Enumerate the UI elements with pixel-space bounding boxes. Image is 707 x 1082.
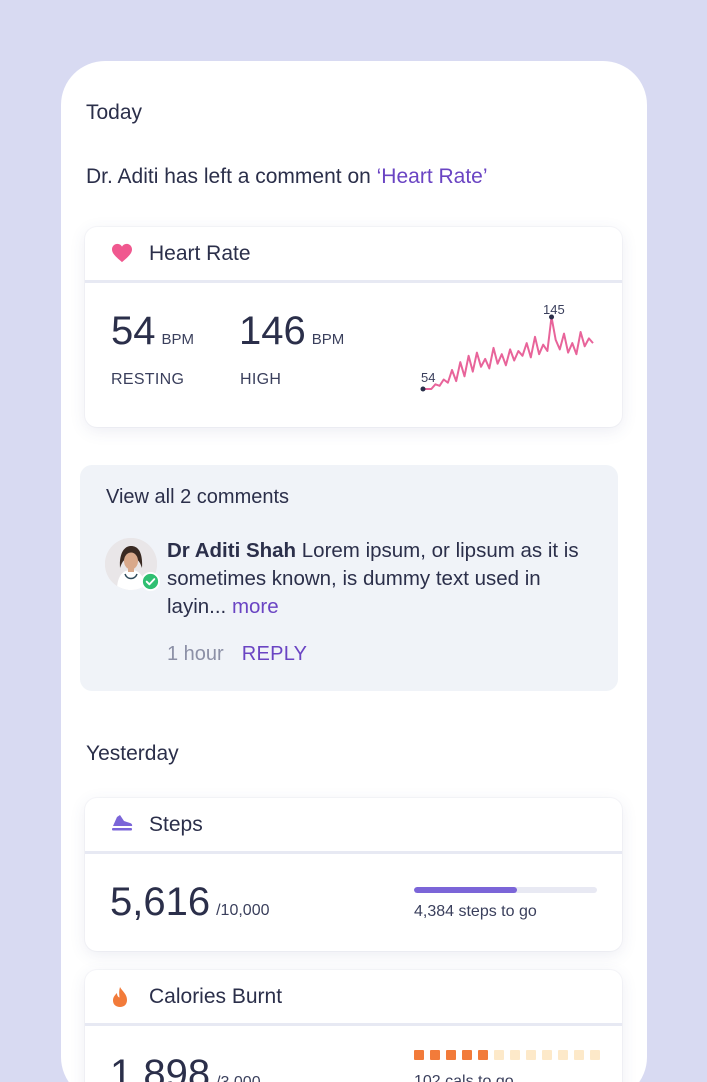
notice-text: Dr. Aditi has left a comment on bbox=[86, 165, 377, 188]
calories-segment bbox=[414, 1050, 424, 1060]
calories-title: Calories Burnt bbox=[149, 984, 283, 1008]
comment-author[interactable]: Dr Aditi Shah bbox=[167, 539, 296, 562]
sparkline-max-dot bbox=[549, 314, 555, 320]
reply-button[interactable]: REPLY bbox=[242, 643, 308, 665]
steps-goal: /10,000 bbox=[216, 902, 270, 919]
high-label: HIGH bbox=[240, 371, 282, 388]
resting-metric: 54 BPM bbox=[111, 309, 194, 354]
section-title-today: Today bbox=[86, 101, 143, 124]
high-unit: BPM bbox=[311, 331, 345, 348]
resting-value: 54 bbox=[111, 309, 156, 353]
steps-header: Steps bbox=[85, 798, 622, 854]
calories-goal: /3,000 bbox=[216, 1074, 260, 1082]
steps-value: 5,616 bbox=[110, 880, 211, 924]
resting-label-wrap: RESTING bbox=[111, 371, 184, 389]
calories-segments bbox=[414, 1050, 600, 1060]
calories-header: Calories Burnt bbox=[85, 970, 622, 1026]
sparkline-line bbox=[423, 316, 594, 390]
avatar[interactable] bbox=[105, 538, 160, 591]
calories-segment bbox=[494, 1050, 504, 1060]
flame-icon bbox=[111, 986, 133, 1008]
heart-rate-title: Heart Rate bbox=[149, 241, 251, 265]
calories-segment bbox=[430, 1050, 440, 1060]
verified-check-icon bbox=[141, 572, 160, 591]
calories-segment bbox=[526, 1050, 536, 1060]
high-label-wrap: HIGH bbox=[240, 371, 281, 389]
resting-label: RESTING bbox=[111, 371, 185, 388]
calories-segment bbox=[510, 1050, 520, 1060]
calories-segment bbox=[590, 1050, 600, 1060]
sparkline-max-label: 145 bbox=[543, 305, 565, 317]
comment-time: 1 hour bbox=[167, 643, 224, 665]
view-all-comments-link[interactable]: View all 2 comments bbox=[106, 486, 289, 509]
calories-segment bbox=[558, 1050, 568, 1060]
calories-segment bbox=[446, 1050, 456, 1060]
sparkline-min-label: 54 bbox=[421, 370, 435, 385]
calories-metric: 1,898/3,000 bbox=[110, 1052, 261, 1082]
calories-segment bbox=[478, 1050, 488, 1060]
calories-segment bbox=[462, 1050, 472, 1060]
steps-card[interactable]: Steps 5,616/10,000 4,384 steps to go bbox=[85, 798, 622, 951]
more-link[interactable]: more bbox=[232, 595, 279, 618]
steps-remaining: 4,384 steps to go bbox=[414, 903, 537, 920]
phone-screen: Today Dr. Aditi has left a comment on ‘H… bbox=[61, 61, 647, 1082]
steps-progress-fill bbox=[414, 887, 517, 893]
notice-link[interactable]: ‘Heart Rate’ bbox=[377, 165, 488, 188]
steps-title: Steps bbox=[149, 812, 203, 836]
steps-progress-bar bbox=[414, 887, 597, 893]
heart-rate-card[interactable]: Heart Rate 54 BPM RESTING 146 BPM HIGH 54 … bbox=[85, 227, 622, 427]
comment-meta: 1 hour REPLY bbox=[167, 643, 307, 666]
resting-unit: BPM bbox=[161, 331, 195, 348]
section-title-yesterday: Yesterday bbox=[86, 742, 179, 765]
heart-rate-sparkline: 54 145 bbox=[420, 305, 594, 392]
shoe-icon bbox=[111, 814, 133, 836]
steps-metric: 5,616/10,000 bbox=[110, 880, 270, 925]
calories-segment bbox=[574, 1050, 584, 1060]
heart-icon bbox=[111, 243, 133, 265]
calories-remaining: 102 cals to go bbox=[414, 1073, 514, 1082]
comments-panel: View all 2 comments Dr Aditi Shah Lorem … bbox=[80, 465, 618, 691]
calories-value: 1,898 bbox=[110, 1052, 211, 1082]
high-value: 146 bbox=[239, 309, 306, 353]
comment-notice[interactable]: Dr. Aditi has left a comment on ‘Heart R… bbox=[86, 165, 488, 189]
heart-rate-header: Heart Rate bbox=[85, 227, 622, 283]
sparkline-min-dot bbox=[420, 386, 426, 392]
calories-card[interactable]: Calories Burnt 1,898/3,000 102 cals to g… bbox=[85, 970, 622, 1082]
calories-segment bbox=[542, 1050, 552, 1060]
comment-body: Dr Aditi Shah Lorem ipsum, or lipsum as … bbox=[167, 537, 587, 621]
high-metric: 146 BPM bbox=[239, 309, 344, 354]
